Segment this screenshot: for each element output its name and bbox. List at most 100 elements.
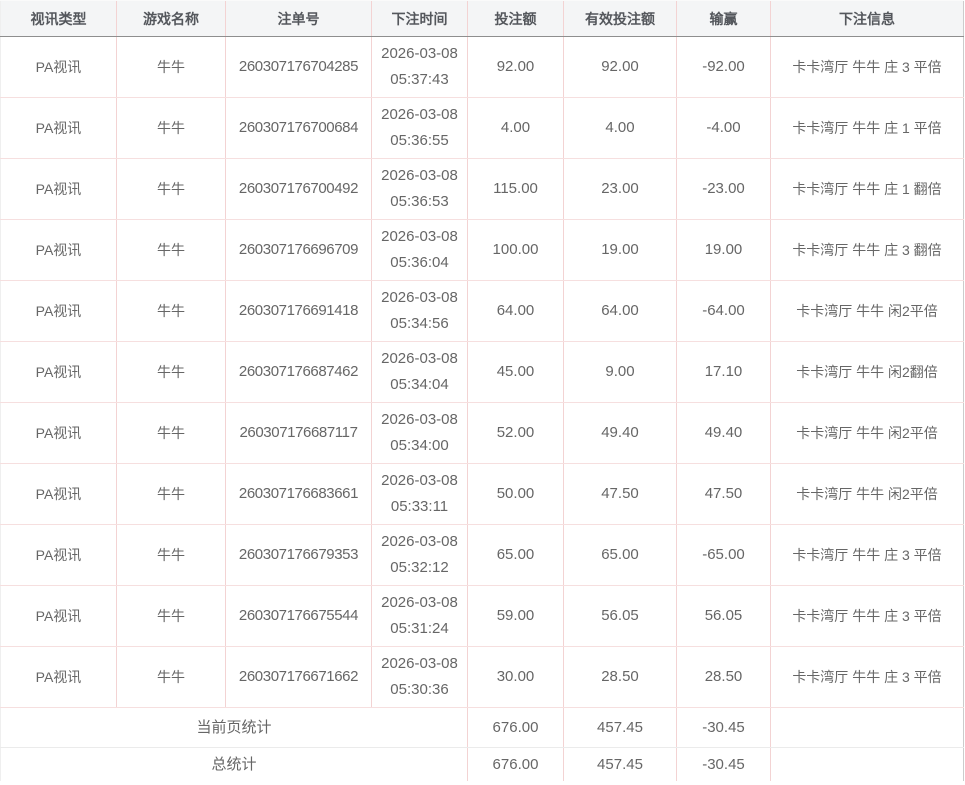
cell-video_type: PA视讯 (1, 464, 117, 525)
cell-win_loss: 49.40 (677, 403, 771, 464)
current-page-summary-row: 当前页统计676.00457.45-30.45 (1, 708, 964, 748)
cell-bet_amount: 45.00 (468, 342, 564, 403)
column-header-bet_info: 下注信息 (771, 1, 964, 37)
cell-valid_bet_amount: 47.50 (564, 464, 677, 525)
table-row: PA视讯牛牛2603071766793532026-03-08 05:32:12… (1, 525, 964, 586)
table-row: PA视讯牛牛2603071766967092026-03-08 05:36:04… (1, 220, 964, 281)
cell-win_loss: 17.10 (677, 342, 771, 403)
table-row: PA视讯牛牛2603071766914182026-03-08 05:34:56… (1, 281, 964, 342)
column-header-video_type: 视讯类型 (1, 1, 117, 37)
cell-bet_amount: 92.00 (468, 37, 564, 98)
cell-bet_time: 2026-03-08 05:34:00 (372, 403, 468, 464)
cell-bet_time: 2026-03-08 05:37:43 (372, 37, 468, 98)
cell-bet_time: 2026-03-08 05:32:12 (372, 525, 468, 586)
cell-bet_info: 卡卡湾厅 牛牛 庄 1 翻倍 (771, 159, 964, 220)
cell-bet_info: 卡卡湾厅 牛牛 庄 1 平倍 (771, 98, 964, 159)
column-header-label: 投注额 (495, 11, 537, 27)
cell-bet_amount: 52.00 (468, 403, 564, 464)
cell-win_loss: -4.00 (677, 98, 771, 159)
cell-bet_info: 卡卡湾厅 牛牛 庄 3 平倍 (771, 586, 964, 647)
column-header-bet_time: 下注时间 (372, 1, 468, 37)
column-header-label: 注单号 (278, 11, 320, 27)
current-page-summary-label: 当前页统计 (1, 708, 468, 748)
cell-game_name: 牛牛 (117, 98, 226, 159)
cell-valid_bet_amount: 49.40 (564, 403, 677, 464)
cell-bet_id: 260307176687117 (226, 403, 372, 464)
cell-bet_info: 卡卡湾厅 牛牛 庄 3 平倍 (771, 525, 964, 586)
cell-win_loss: -65.00 (677, 525, 771, 586)
cell-video_type: PA视讯 (1, 525, 117, 586)
cell-bet_time: 2026-03-08 05:31:24 (372, 586, 468, 647)
total-summary-valid_bet_amount: 457.45 (564, 748, 677, 782)
cell-bet_time: 2026-03-08 05:36:04 (372, 220, 468, 281)
cell-bet_id: 260307176691418 (226, 281, 372, 342)
cell-win_loss: 28.50 (677, 647, 771, 708)
total-summary-row: 总统计676.00457.45-30.45 (1, 748, 964, 782)
cell-bet_time: 2026-03-08 05:33:11 (372, 464, 468, 525)
cell-valid_bet_amount: 92.00 (564, 37, 677, 98)
cell-bet_amount: 115.00 (468, 159, 564, 220)
cell-bet_amount: 65.00 (468, 525, 564, 586)
cell-win_loss: 56.05 (677, 586, 771, 647)
cell-bet_info: 卡卡湾厅 牛牛 闲2平倍 (771, 281, 964, 342)
column-header-label: 下注时间 (392, 11, 448, 27)
cell-bet_time: 2026-03-08 05:36:53 (372, 159, 468, 220)
cell-game_name: 牛牛 (117, 403, 226, 464)
cell-game_name: 牛牛 (117, 281, 226, 342)
bet-records-table: 视讯类型游戏名称注单号下注时间投注额有效投注额输赢下注信息 PA视讯牛牛2603… (0, 0, 964, 781)
current-page-summary-valid_bet_amount: 457.45 (564, 708, 677, 748)
total-summary-win_loss: -30.45 (677, 748, 771, 782)
column-header-label: 游戏名称 (143, 11, 199, 27)
cell-bet_amount: 50.00 (468, 464, 564, 525)
cell-win_loss: 47.50 (677, 464, 771, 525)
cell-game_name: 牛牛 (117, 159, 226, 220)
cell-bet_id: 260307176687462 (226, 342, 372, 403)
cell-win_loss: 19.00 (677, 220, 771, 281)
table-row: PA视讯牛牛2603071766755442026-03-08 05:31:24… (1, 586, 964, 647)
cell-video_type: PA视讯 (1, 220, 117, 281)
cell-bet_id: 260307176700684 (226, 98, 372, 159)
cell-valid_bet_amount: 19.00 (564, 220, 677, 281)
cell-game_name: 牛牛 (117, 525, 226, 586)
cell-bet_id: 260307176671662 (226, 647, 372, 708)
cell-win_loss: -23.00 (677, 159, 771, 220)
column-header-label: 有效投注额 (585, 11, 655, 27)
cell-bet_id: 260307176679353 (226, 525, 372, 586)
current-page-summary-bet_amount: 676.00 (468, 708, 564, 748)
cell-valid_bet_amount: 9.00 (564, 342, 677, 403)
cell-bet_info: 卡卡湾厅 牛牛 闲2平倍 (771, 464, 964, 525)
cell-win_loss: -64.00 (677, 281, 771, 342)
cell-video_type: PA视讯 (1, 37, 117, 98)
cell-bet_time: 2026-03-08 05:34:56 (372, 281, 468, 342)
total-summary-label: 总统计 (1, 748, 468, 782)
cell-bet_id: 260307176696709 (226, 220, 372, 281)
total-summary-bet_info (771, 748, 964, 782)
current-page-summary-win_loss: -30.45 (677, 708, 771, 748)
column-header-label: 视讯类型 (31, 11, 87, 27)
cell-bet_time: 2026-03-08 05:36:55 (372, 98, 468, 159)
table-row: PA视讯牛牛2603071767042852026-03-08 05:37:43… (1, 37, 964, 98)
column-header-label: 下注信息 (839, 11, 895, 27)
cell-valid_bet_amount: 23.00 (564, 159, 677, 220)
column-header-win_loss: 输赢 (677, 1, 771, 37)
table-row: PA视讯牛牛2603071767004922026-03-08 05:36:53… (1, 159, 964, 220)
column-header-valid_bet_amount: 有效投注额 (564, 1, 677, 37)
cell-bet_info: 卡卡湾厅 牛牛 闲2翻倍 (771, 342, 964, 403)
cell-bet_id: 260307176683661 (226, 464, 372, 525)
cell-valid_bet_amount: 64.00 (564, 281, 677, 342)
cell-video_type: PA视讯 (1, 342, 117, 403)
cell-video_type: PA视讯 (1, 403, 117, 464)
cell-valid_bet_amount: 28.50 (564, 647, 677, 708)
cell-valid_bet_amount: 56.05 (564, 586, 677, 647)
table-header-row: 视讯类型 游戏名称 注单号 下注时间 投注额 有效投注额 输赢 下注信息 (1, 1, 964, 37)
cell-game_name: 牛牛 (117, 220, 226, 281)
cell-game_name: 牛牛 (117, 464, 226, 525)
cell-bet_id: 260307176675544 (226, 586, 372, 647)
cell-game_name: 牛牛 (117, 37, 226, 98)
cell-video_type: PA视讯 (1, 281, 117, 342)
cell-bet_time: 2026-03-08 05:34:04 (372, 342, 468, 403)
cell-video_type: PA视讯 (1, 647, 117, 708)
cell-bet_amount: 100.00 (468, 220, 564, 281)
table-footer: 当前页统计676.00457.45-30.45总统计676.00457.45-3… (1, 708, 964, 782)
total-summary-bet_amount: 676.00 (468, 748, 564, 782)
